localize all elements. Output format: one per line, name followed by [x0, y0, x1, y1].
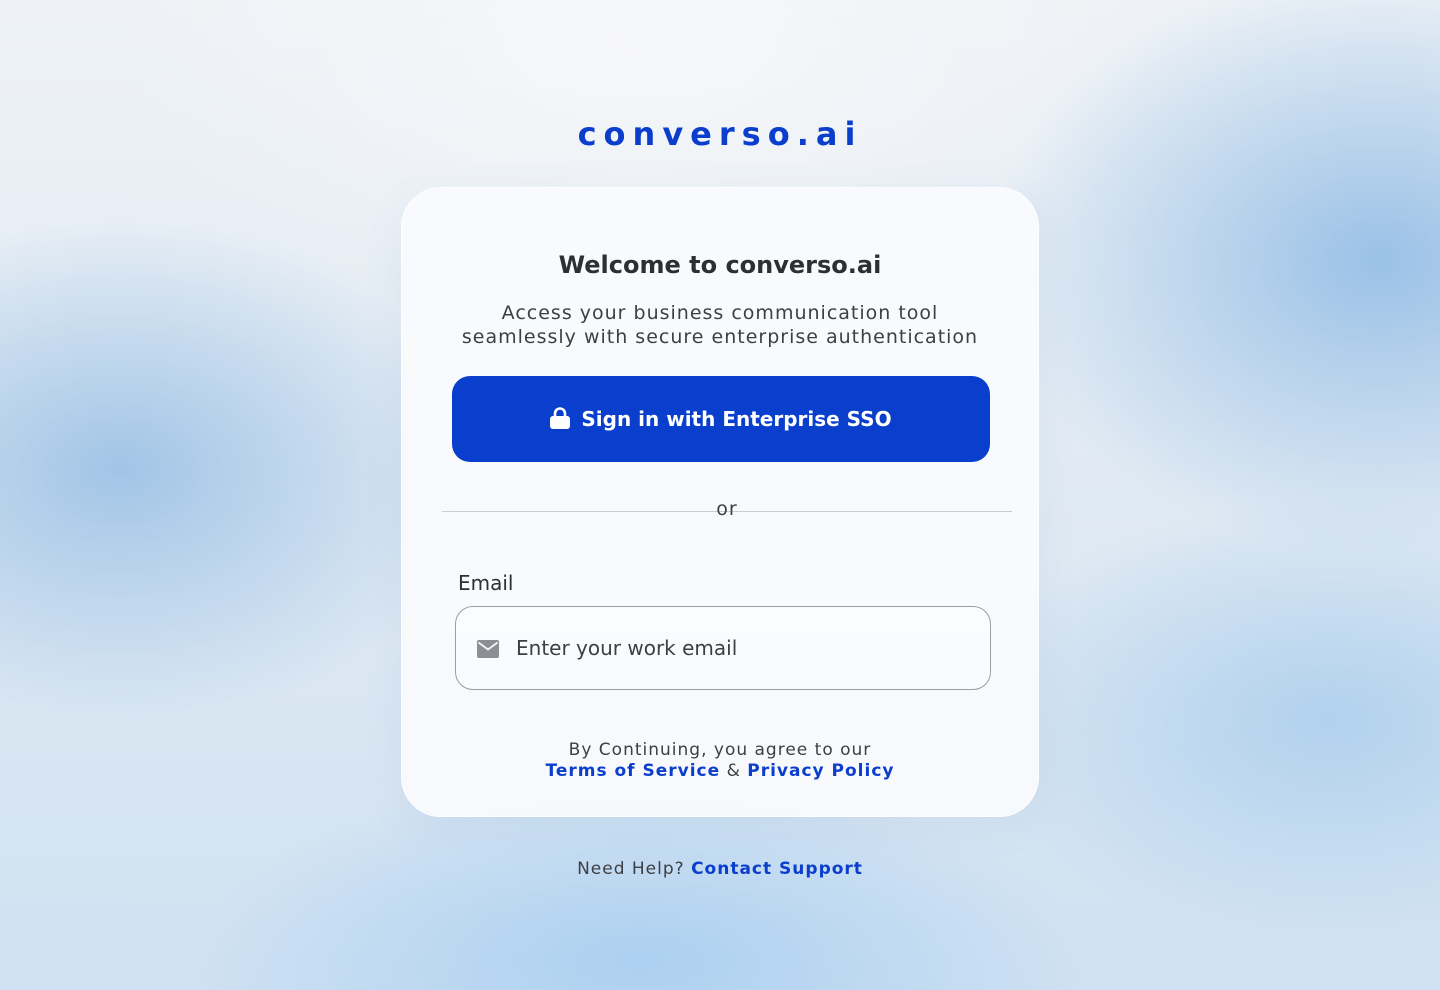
terms-of-service-link[interactable]: Terms of Service — [545, 761, 720, 781]
contact-support-link[interactable]: Contact Support — [691, 859, 863, 879]
enterprise-sso-button[interactable]: Sign in with Enterprise SSO — [452, 376, 990, 462]
legal-notice: By Continuing, you agree to our Terms of… — [401, 740, 1039, 782]
welcome-subtitle: Access your business communication tool … — [441, 301, 999, 349]
subtitle-line-2: seamlessly with secure enterprise authen… — [461, 326, 979, 348]
legal-connector: & — [726, 761, 741, 781]
help-footer: Need Help? Contact Support — [0, 859, 1440, 879]
legal-links: Terms of Service & Privacy Policy — [401, 761, 1039, 782]
email-label: Email — [458, 571, 514, 595]
or-divider: or — [442, 498, 1012, 521]
brand-logo: converso.ai — [577, 115, 863, 153]
login-card: Welcome to converso.ai Access your busin… — [401, 187, 1039, 817]
legal-prefix: By Continuing, you agree to our — [568, 740, 872, 760]
divider-text: or — [716, 498, 738, 520]
email-field[interactable] — [455, 606, 991, 690]
email-input[interactable] — [516, 607, 976, 689]
lock-icon — [550, 406, 571, 429]
sso-button-label: Sign in with Enterprise SSO — [581, 407, 892, 431]
subtitle-line-1: Access your business communication tool — [501, 302, 939, 324]
privacy-policy-link[interactable]: Privacy Policy — [747, 761, 894, 781]
mail-icon — [477, 640, 499, 658]
welcome-title: Welcome to converso.ai — [558, 251, 882, 279]
help-text: Need Help? — [577, 859, 685, 879]
